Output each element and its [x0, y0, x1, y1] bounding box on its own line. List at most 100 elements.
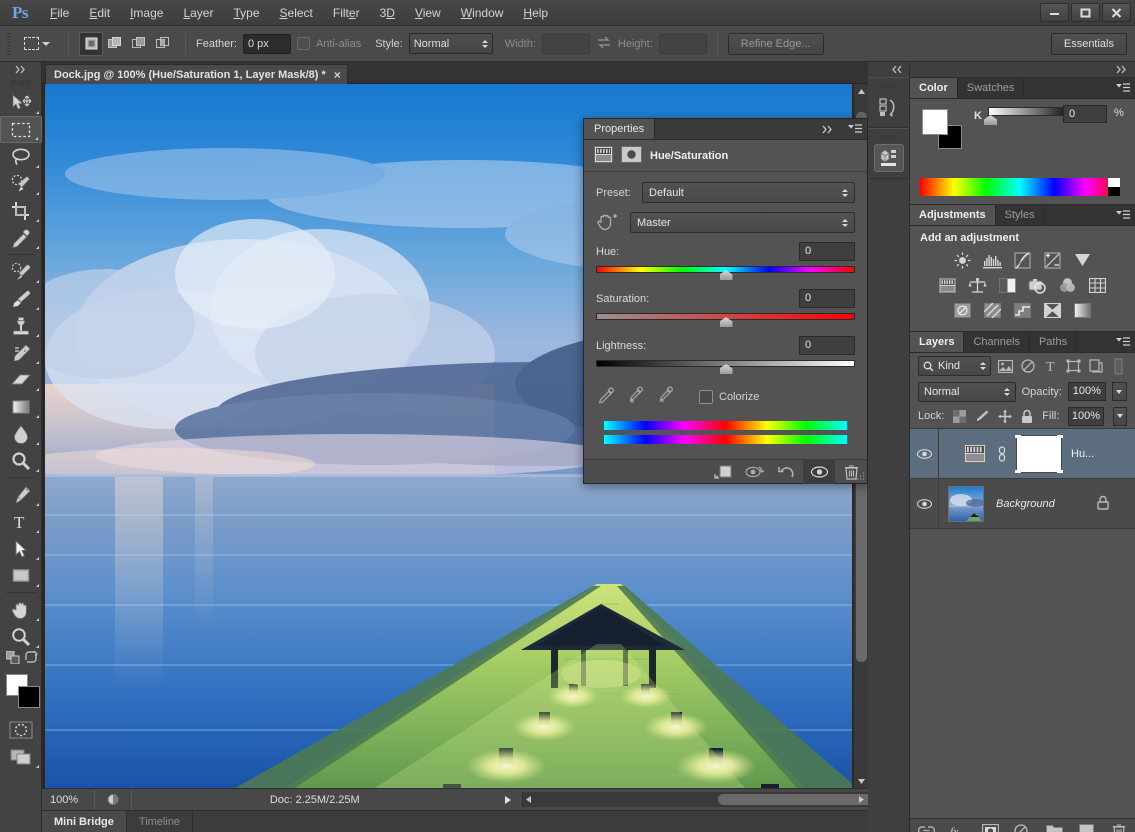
lightness-input[interactable]: 0 [799, 336, 855, 355]
color-balance-icon[interactable] [966, 275, 990, 296]
status-menu-arrow-icon[interactable] [498, 795, 518, 805]
menu-layer[interactable]: Layer [173, 2, 223, 24]
layer-visibility-toggle[interactable] [910, 498, 938, 510]
scroll-right-icon[interactable] [858, 795, 865, 807]
eyedropper-subtract-icon[interactable] [657, 386, 675, 407]
curves-icon[interactable] [1011, 250, 1035, 271]
layer-name[interactable]: Background [996, 498, 1055, 510]
rectangle-tool[interactable] [0, 562, 42, 589]
expand-dock-button[interactable] [868, 62, 909, 77]
zoom-tool[interactable] [0, 623, 42, 650]
brightness-contrast-icon[interactable] [951, 250, 975, 271]
width-input[interactable] [541, 33, 590, 54]
scroll-left-icon[interactable] [525, 795, 532, 807]
eyedropper-tool[interactable] [0, 224, 42, 251]
brush-tool[interactable] [0, 285, 42, 312]
status-preview-icon[interactable] [95, 793, 131, 806]
tool-preset-picker[interactable] [20, 32, 58, 56]
maximize-icon[interactable] [1071, 3, 1100, 22]
layer-thumbnail[interactable] [948, 485, 984, 522]
fill-input[interactable]: 100% [1068, 406, 1104, 426]
vibrance-icon[interactable] [1071, 250, 1095, 271]
new-group-icon[interactable] [1046, 822, 1064, 832]
screen-mode-icon[interactable] [0, 743, 42, 770]
scroll-down-icon[interactable] [854, 774, 868, 788]
saturation-input[interactable]: 0 [799, 289, 855, 308]
tab-properties[interactable]: Properties [584, 119, 656, 139]
lock-all-icon[interactable] [1021, 409, 1033, 423]
filter-toggle-icon[interactable] [1110, 356, 1127, 376]
opacity-slider-button[interactable] [1111, 382, 1127, 401]
tab-adjustments[interactable]: Adjustments [910, 205, 996, 225]
photo-filter-icon[interactable] [1026, 275, 1050, 296]
pen-tool[interactable] [0, 481, 42, 508]
toggle-layer-visibility-button[interactable] [803, 459, 835, 484]
resize-handle[interactable] [855, 471, 865, 481]
hue-input[interactable]: 0 [799, 242, 855, 261]
tab-channels[interactable]: Channels [964, 332, 1030, 352]
color-ramp[interactable] [920, 178, 1120, 196]
panel-menu-icon[interactable] [848, 124, 862, 138]
add-layer-mask-icon[interactable] [982, 822, 1000, 832]
k-value-input[interactable]: 0 [1063, 105, 1107, 123]
eyedropper-add-icon[interactable] [627, 386, 645, 407]
posterize-icon[interactable] [981, 300, 1005, 321]
exposure-icon[interactable] [1041, 250, 1065, 271]
gradient-tool[interactable] [0, 393, 42, 420]
eraser-tool[interactable] [0, 366, 42, 393]
levels-icon[interactable] [981, 250, 1005, 271]
k-slider-knob[interactable] [984, 115, 997, 125]
tab-timeline[interactable]: Timeline [127, 811, 194, 832]
lightness-slider-track[interactable] [596, 358, 855, 374]
black-white-icon[interactable] [996, 275, 1020, 296]
zoom-level[interactable]: 100% [42, 794, 94, 806]
reset-adjustment-button[interactable] [771, 460, 803, 484]
menu-help[interactable]: Help [513, 2, 558, 24]
menu-filter[interactable]: Filter [323, 2, 370, 24]
clip-to-layer-button[interactable] [707, 460, 739, 484]
collapse-panel-icon[interactable] [822, 125, 835, 137]
hue-slider-track[interactable] [596, 264, 855, 280]
invert-icon[interactable] [951, 300, 975, 321]
lock-transparent-pixels-icon[interactable] [953, 409, 967, 423]
menu-edit[interactable]: Edit [79, 2, 120, 24]
new-selection-button[interactable] [79, 31, 103, 56]
quick-selection-tool[interactable] [0, 170, 42, 197]
swap-width-height-icon[interactable] [596, 36, 612, 52]
filter-type-icon[interactable]: T [1042, 356, 1059, 376]
collapse-tools-button[interactable] [0, 62, 41, 77]
layer-mask-thumbnail[interactable] [1015, 434, 1063, 473]
refine-edge-button[interactable]: Refine Edge... [727, 32, 824, 55]
close-icon[interactable] [1102, 3, 1131, 22]
delete-layer-icon[interactable] [1110, 822, 1128, 832]
lasso-tool[interactable] [0, 143, 42, 170]
subtract-from-selection-button[interactable] [127, 32, 151, 56]
background-color-swatch[interactable] [18, 686, 40, 708]
menu-file[interactable]: File [40, 2, 79, 24]
filter-smartobject-icon[interactable] [1088, 356, 1105, 376]
new-layer-icon[interactable] [1078, 822, 1096, 832]
swap-colors-icon[interactable] [25, 649, 38, 666]
menu-window[interactable]: Window [451, 2, 514, 24]
panel-menu-icon[interactable] [1116, 83, 1130, 97]
options-bar-grip[interactable] [4, 32, 14, 55]
history-panel-icon[interactable] [874, 93, 904, 121]
panel-menu-icon[interactable] [1116, 210, 1130, 224]
tab-mini-bridge[interactable]: Mini Bridge [42, 811, 127, 832]
tab-swatches[interactable]: Swatches [958, 78, 1025, 98]
filter-shape-icon[interactable] [1065, 356, 1082, 376]
clone-stamp-tool[interactable] [0, 312, 42, 339]
canvas-horizontal-scrollbar[interactable] [521, 792, 886, 807]
document-tab[interactable]: Dock.jpg @ 100% (Hue/Saturation 1, Layer… [45, 64, 348, 84]
lock-image-pixels-icon[interactable] [975, 409, 989, 423]
menu-3d[interactable]: 3D [370, 2, 405, 24]
panel-group-grip[interactable] [868, 132, 909, 142]
blend-mode-select[interactable]: Normal [918, 381, 1016, 402]
blur-tool[interactable] [0, 420, 42, 447]
crop-tool[interactable] [0, 197, 42, 224]
layer-style-icon[interactable]: fx [950, 822, 968, 832]
quick-mask-mode-icon[interactable] [0, 716, 42, 743]
colorize-checkbox[interactable] [699, 389, 713, 404]
hue-saturation-icon[interactable] [936, 275, 960, 296]
color-lookup-icon[interactable] [1086, 275, 1110, 296]
